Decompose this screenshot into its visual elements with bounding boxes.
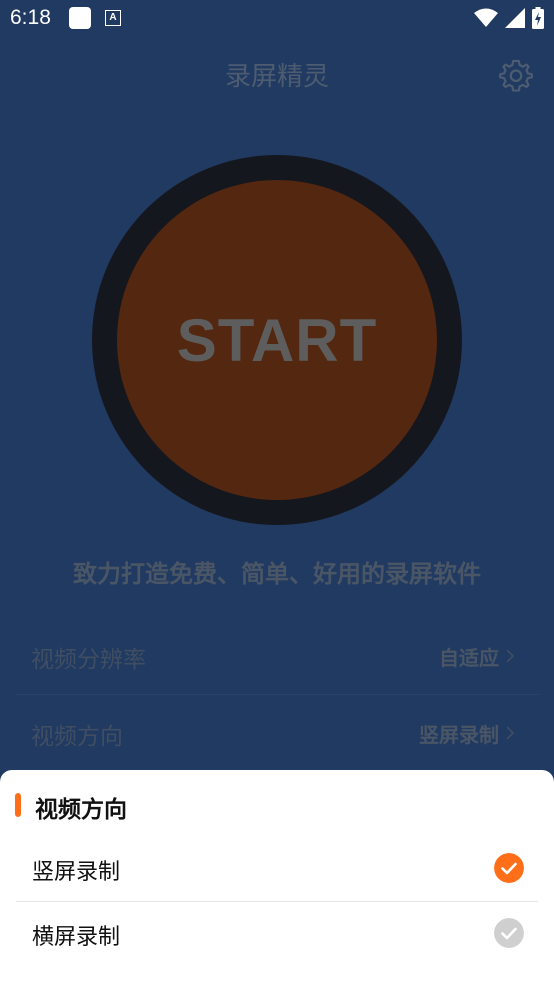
- setting-row-orientation[interactable]: 视频方向 竖屏录制: [15, 695, 539, 771]
- resolution-value: 自适应: [439, 646, 499, 670]
- status-time: 6:18: [10, 6, 51, 29]
- wifi-icon: [474, 8, 498, 27]
- option-landscape[interactable]: 横屏录制: [0, 902, 554, 966]
- battery-icon: [532, 7, 544, 29]
- slogan: 致力打造免费、简单、好用的录屏软件: [73, 560, 481, 588]
- chevron-right-icon: [506, 726, 515, 740]
- sheet-title-accent: [15, 793, 21, 817]
- check-circle-icon: [494, 853, 524, 883]
- orientation-value: 竖屏录制: [419, 723, 499, 747]
- setting-row-resolution[interactable]: 视频分辨率 自适应: [15, 618, 539, 694]
- keyboard-notification-icon: A: [105, 10, 121, 26]
- status-icons: [474, 6, 544, 30]
- app-title: 录屏精灵: [224, 62, 329, 92]
- orientation-label: 视频方向: [31, 724, 123, 750]
- resolution-label: 视频分辨率: [31, 647, 146, 673]
- signal-icon: [505, 8, 525, 28]
- option-portrait[interactable]: 竖屏录制: [0, 837, 554, 901]
- start-button[interactable]: START: [117, 180, 437, 500]
- check-circle-icon: [494, 918, 524, 948]
- sheet-title: 视频方向: [35, 797, 127, 823]
- gear-icon[interactable]: [497, 57, 535, 95]
- notification-app-icon: [69, 7, 91, 29]
- option-portrait-label: 竖屏录制: [32, 860, 121, 885]
- chevron-right-icon: [506, 649, 515, 663]
- start-label: START: [176, 306, 378, 374]
- status-bar: 6:18 A: [0, 0, 554, 36]
- option-landscape-label: 横屏录制: [32, 925, 121, 950]
- orientation-bottom-sheet: 视频方向 竖屏录制 横屏录制: [0, 770, 554, 984]
